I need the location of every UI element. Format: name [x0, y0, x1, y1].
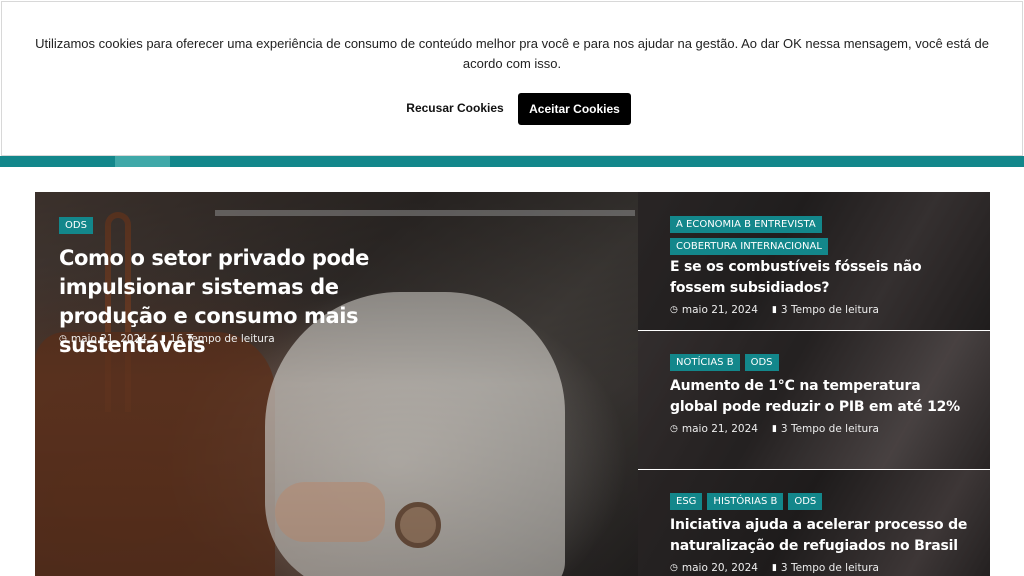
- tag[interactable]: ODS: [59, 217, 93, 234]
- accept-cookies-button[interactable]: Aceitar Cookies: [518, 93, 631, 125]
- featured-read-time: ▮ 16 Tempo de leitura: [160, 333, 275, 345]
- book-icon: ▮: [771, 424, 777, 434]
- featured-tags: ODS: [59, 217, 93, 234]
- article-date: ◷ maio 21, 2024: [670, 423, 758, 435]
- clock-icon: ◷: [59, 334, 67, 344]
- article-read-time: ▮ 3 Tempo de leitura: [771, 304, 879, 316]
- featured-date: ◷ maio 21, 2024: [59, 333, 147, 345]
- article-read-time: ▮ 3 Tempo de leitura: [771, 423, 879, 435]
- article-date: ◷ maio 20, 2024: [670, 562, 758, 574]
- side-article-2[interactable]: NOTÍCIAS B ODS Aumento de 1°C na tempera…: [638, 331, 990, 469]
- article-title[interactable]: Iniciativa ajuda a acelerar processo de …: [670, 515, 970, 557]
- clock-icon: ◷: [670, 305, 678, 315]
- article-title[interactable]: E se os combustíveis fósseis não fossem …: [670, 257, 970, 299]
- article-meta: ◷ maio 21, 2024 ▮ 3 Tempo de leitura: [670, 423, 879, 435]
- tag[interactable]: COBERTURA INTERNACIONAL: [670, 238, 828, 255]
- featured-article[interactable]: ODS Como o setor privado pode impulsiona…: [35, 192, 638, 576]
- clock-icon: ◷: [670, 563, 678, 573]
- tag[interactable]: ESG: [670, 493, 703, 510]
- article-meta: ◷ maio 20, 2024 ▮ 3 Tempo de leitura: [670, 562, 879, 574]
- refuse-cookies-button[interactable]: Recusar Cookies: [396, 93, 514, 123]
- book-icon: ▮: [771, 563, 777, 573]
- cookie-banner: Utilizamos cookies para oferecer uma exp…: [1, 1, 1023, 156]
- tag[interactable]: ODS: [788, 493, 823, 510]
- article-read-time: ▮ 3 Tempo de leitura: [771, 562, 879, 574]
- article-meta: ◷ maio 21, 2024 ▮ 3 Tempo de leitura: [670, 304, 879, 316]
- article-date: ◷ maio 21, 2024: [670, 304, 758, 316]
- side-article-3[interactable]: ESG HISTÓRIAS B ODS Iniciativa ajuda a a…: [638, 470, 990, 576]
- clock-icon: ◷: [670, 424, 678, 434]
- navbar-active-item[interactable]: [115, 156, 170, 167]
- hero-grid: ODS Como o setor privado pode impulsiona…: [35, 192, 990, 576]
- article-tags: A ECONOMIA B ENTREVISTA COBERTURA INTERN…: [670, 216, 970, 255]
- featured-meta: ◷ maio 21, 2024 ▮ 16 Tempo de leitura: [59, 333, 275, 345]
- article-title[interactable]: Aumento de 1°C na temperatura global pod…: [670, 376, 970, 418]
- tag[interactable]: HISTÓRIAS B: [707, 493, 784, 510]
- cookie-message: Utilizamos cookies para oferecer uma exp…: [35, 36, 989, 71]
- tag[interactable]: NOTÍCIAS B: [670, 354, 740, 371]
- tag[interactable]: A ECONOMIA B ENTREVISTA: [670, 216, 822, 233]
- side-article-1[interactable]: A ECONOMIA B ENTREVISTA COBERTURA INTERN…: [638, 192, 990, 330]
- article-tags: ESG HISTÓRIAS B ODS: [670, 493, 823, 510]
- book-icon: ▮: [160, 334, 166, 344]
- tag[interactable]: ODS: [744, 354, 779, 371]
- article-tags: NOTÍCIAS B ODS: [670, 354, 779, 371]
- book-icon: ▮: [771, 305, 777, 315]
